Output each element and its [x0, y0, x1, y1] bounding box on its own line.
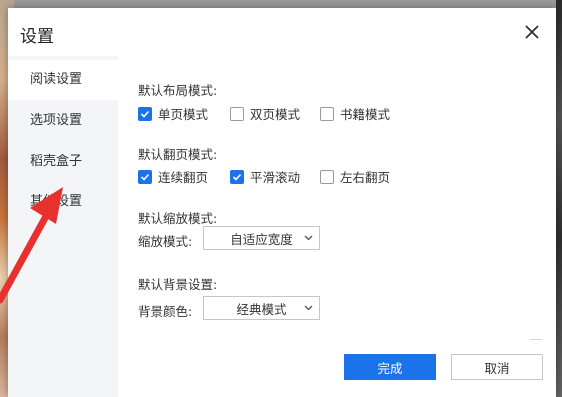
checkbox-book-mode[interactable]: 书籍模式 — [320, 104, 390, 123]
checkbox-left-right-page[interactable]: 左右翻页 — [320, 167, 390, 186]
sidebar-item-other[interactable]: 其他设置 — [8, 182, 118, 222]
dialog-title: 设置 — [20, 27, 54, 47]
checkbox-smooth-scroll[interactable]: 平滑滚动 — [230, 167, 300, 186]
checkbox-single-page[interactable]: 单页模式 — [138, 104, 208, 123]
background-color-select[interactable]: 经典模式 — [203, 296, 320, 320]
checkbox-continuous-page[interactable]: 连续翻页 — [138, 167, 208, 186]
page-turn-mode-title: 默认翻页模式: — [138, 147, 218, 162]
sidebar-item-reading[interactable]: 阅读设置 — [8, 60, 118, 100]
chevron-down-icon — [304, 305, 313, 311]
checkbox-checked-icon — [230, 169, 244, 184]
chevron-down-icon — [304, 235, 313, 241]
background-app-right — [556, 0, 562, 397]
checkbox-label: 连续翻页 — [158, 170, 209, 185]
close-icon — [525, 25, 539, 39]
checkbox-checked-icon — [138, 106, 152, 121]
checkbox-double-page[interactable]: 双页模式 — [230, 104, 300, 123]
checkbox-label: 书籍模式 — [340, 107, 391, 122]
checkbox-unchecked-icon — [320, 106, 334, 121]
zoom-mode-label: 缩放模式: — [138, 234, 193, 249]
background-title: 默认背景设置: — [138, 277, 218, 292]
sidebar-item-label: 其他设置 — [30, 194, 83, 209]
sidebar-item-docer-box[interactable]: 稻壳盒子 — [8, 142, 118, 182]
checkbox-label: 左右翻页 — [340, 170, 391, 185]
zoom-mode-title: 默认缩放模式: — [138, 211, 218, 226]
layout-mode-title: 默认布局模式: — [138, 83, 218, 98]
select-value: 经典模式 — [236, 301, 287, 317]
cancel-button[interactable]: 取消 — [451, 354, 543, 380]
settings-dialog: 设置 阅读设置 选项设置 稻壳盒子 其他设置 默认布局模式: 单页模式 双页模式… — [8, 8, 556, 397]
checkbox-unchecked-icon — [230, 106, 244, 121]
background-color-label: 背景颜色: — [138, 304, 193, 319]
dialog-titlebar: 设置 — [8, 8, 556, 56]
checkbox-checked-icon — [138, 169, 152, 184]
checkbox-label: 平滑滚动 — [250, 170, 301, 185]
select-value: 自适应宽度 — [230, 231, 293, 247]
sidebar-item-label: 稻壳盒子 — [30, 154, 83, 169]
sidebar-item-options[interactable]: 选项设置 — [8, 101, 118, 141]
sidebar-item-label: 阅读设置 — [30, 72, 83, 87]
checkbox-unchecked-icon — [320, 169, 334, 184]
checkbox-label: 双页模式 — [250, 107, 301, 122]
zoom-mode-select[interactable]: 自适应宽度 — [203, 226, 320, 250]
close-button[interactable] — [516, 16, 548, 48]
divider — [530, 339, 542, 340]
checkbox-label: 单页模式 — [158, 107, 209, 122]
settings-sidebar: 阅读设置 选项设置 稻壳盒子 其他设置 — [8, 56, 118, 397]
sidebar-item-label: 选项设置 — [30, 113, 83, 128]
settings-content: 默认布局模式: 单页模式 双页模式 书籍模式 默认翻页模式: 连续翻页 平滑滚动… — [118, 56, 556, 397]
confirm-button[interactable]: 完成 — [344, 354, 436, 380]
